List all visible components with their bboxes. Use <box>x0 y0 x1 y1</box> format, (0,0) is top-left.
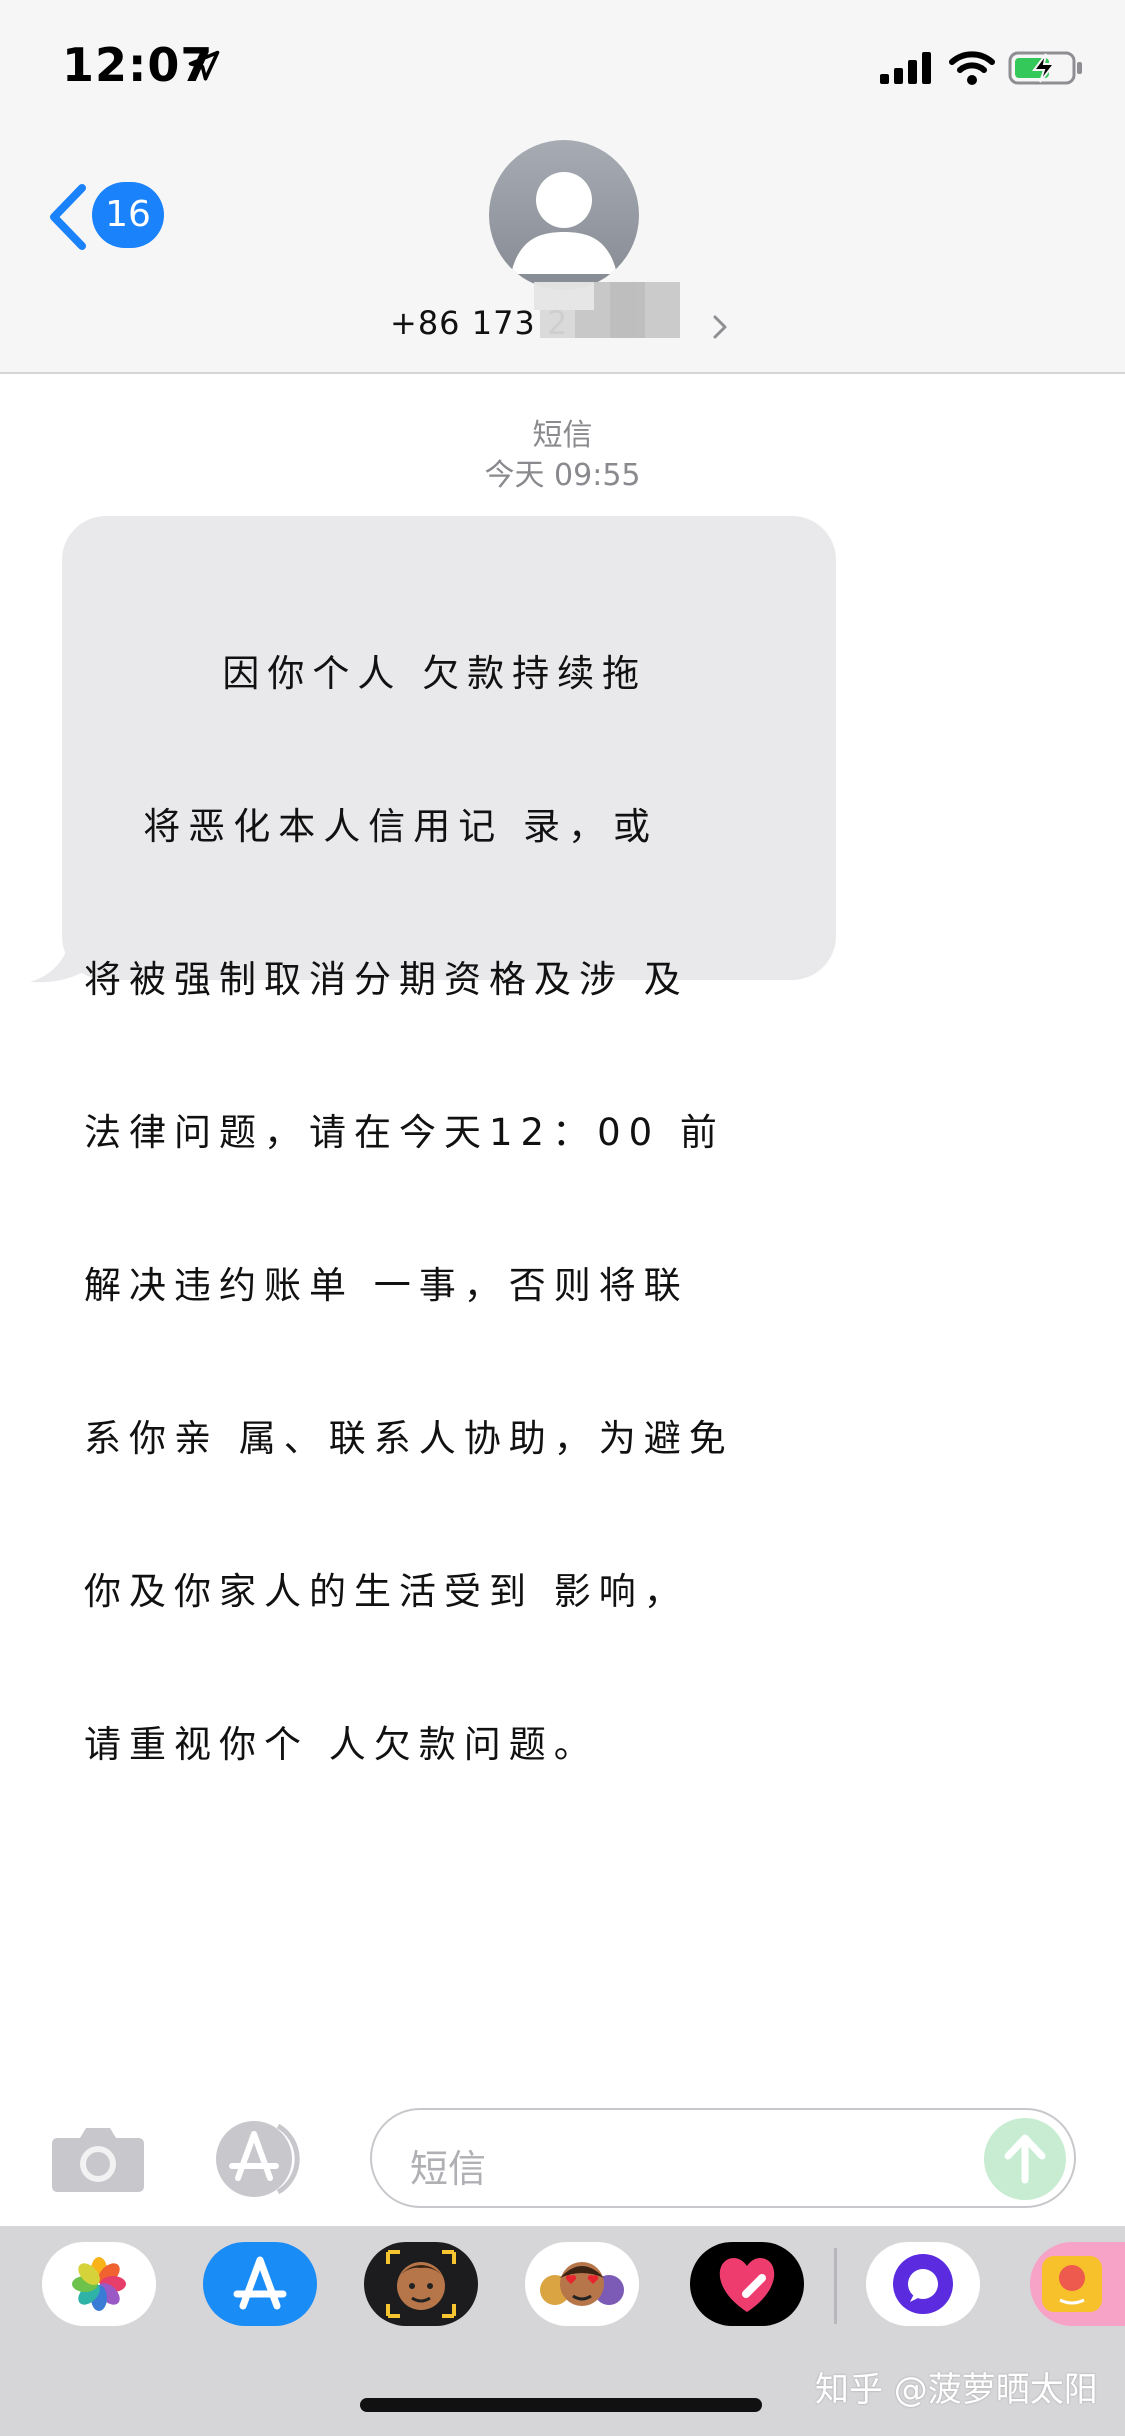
unread-count-badge: 16 <box>92 182 164 248</box>
message-input[interactable]: 短信 <box>370 2108 1076 2208</box>
send-button[interactable] <box>984 2118 1066 2200</box>
memoji-camera-app-icon[interactable] <box>364 2242 478 2326</box>
memoji-face-icon <box>386 2250 456 2318</box>
digital-touch-app-icon[interactable] <box>690 2242 804 2326</box>
heart-icon <box>719 2258 775 2312</box>
home-indicator[interactable] <box>360 2398 762 2412</box>
chat-bubble-icon <box>893 2254 953 2314</box>
message-placeholder: 短信 <box>410 2147 487 2191</box>
message-timestamp: 今天 09:55 <box>484 458 641 493</box>
watermark: 知乎 @菠萝晒太阳 <box>815 2370 1098 2410</box>
chevron-right-icon[interactable] <box>712 314 728 340</box>
pink-sticker-app-icon[interactable] <box>1030 2242 1125 2326</box>
app-store-a-icon <box>233 2256 287 2310</box>
back-button[interactable]: 16 <box>46 176 176 256</box>
location-arrow-icon <box>188 50 220 81</box>
photos-app-icon[interactable] <box>42 2242 156 2326</box>
app-drawer-divider <box>834 2248 837 2324</box>
message-line: 请重视你个 人欠款问题。 <box>84 1723 599 1766</box>
message-line: 系你亲 属、联系人协助，为避免 <box>84 1417 734 1460</box>
memoji-stickers-app-icon[interactable] <box>525 2242 639 2326</box>
memoji-stickers-icon <box>540 2262 624 2306</box>
redaction-mosaic <box>534 282 680 338</box>
message-line: 解决违约账单 一事，否则将联 <box>84 1264 689 1307</box>
message-text: 因你个人 欠款持续拖 将恶化本人信用记 录，或 将被强制取消分期资格及涉 及 法… <box>84 546 796 1872</box>
person-silhouette-icon <box>511 172 617 274</box>
message-line: 你及你家人的生活受到 影响， <box>84 1570 689 1613</box>
message-line: 将恶化本人信用记 录，或 <box>84 805 659 848</box>
service-label: 短信 <box>532 418 593 453</box>
photos-flower-icon <box>72 2257 126 2311</box>
message-line: 因你个人 欠款持续拖 <box>84 652 648 695</box>
battery-charging-icon <box>1008 51 1082 85</box>
incoming-message-bubble[interactable]: 因你个人 欠款持续拖 将恶化本人信用记 录，或 将被强制取消分期资格及涉 及 法… <box>62 516 836 1766</box>
contact-avatar[interactable] <box>489 140 639 290</box>
chevron-left-icon <box>50 184 86 250</box>
cellular-signal-icon <box>880 52 931 84</box>
sticker-face-icon <box>1042 2256 1102 2312</box>
camera-icon[interactable] <box>50 2122 146 2194</box>
arrow-up-icon <box>1004 2134 1046 2184</box>
app-store-icon[interactable] <box>210 2118 320 2200</box>
message-line: 法律问题，请在今天12：00 前 <box>84 1111 725 1154</box>
message-line: 将被强制取消分期资格及涉 及 <box>84 958 689 1001</box>
purple-chat-app-icon[interactable] <box>866 2242 980 2326</box>
conversation-header: 12:07 16 +86 173 2 <box>0 0 1125 374</box>
wifi-icon <box>949 51 995 85</box>
app-store-app-icon[interactable] <box>203 2242 317 2326</box>
